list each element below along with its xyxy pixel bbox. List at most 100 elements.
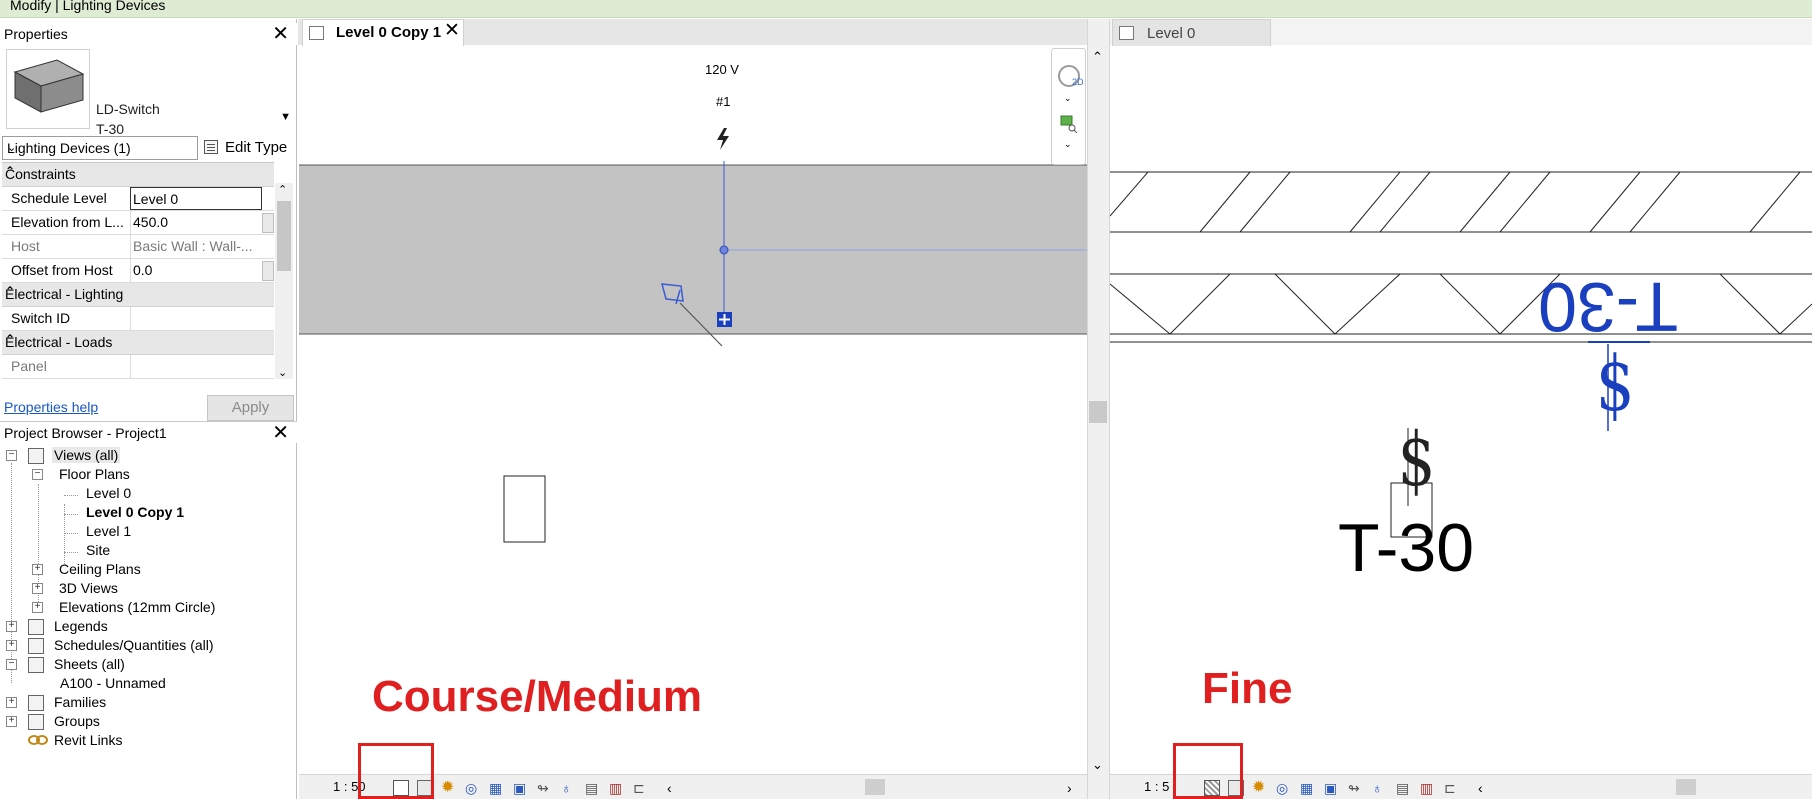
analysis-icon[interactable]: ▥ — [609, 780, 625, 796]
collapse-icon[interactable]: − — [6, 659, 17, 670]
tab-level-0-copy-1[interactable]: Level 0 Copy 1 ✕ — [302, 19, 464, 46]
switch-tag: T-30 — [1338, 510, 1475, 586]
zoom-region-icon[interactable] — [1060, 115, 1078, 134]
chevron-down-icon[interactable]: ⌄ — [1064, 93, 1072, 104]
scroll-left-icon[interactable]: ‹ — [667, 780, 683, 796]
temporary-hide-icon[interactable]: ♁ — [561, 780, 577, 796]
left-view-canvas[interactable]: 120 V #1 — [299, 46, 1087, 774]
chevron-down-icon: ⌄ — [7, 142, 17, 154]
tree-label: Level 1 — [86, 523, 132, 539]
properties-title: Properties — [4, 26, 68, 42]
sheets-icon — [28, 657, 44, 673]
wall-hatch-bottom — [1110, 273, 1812, 335]
properties-scrollbar[interactable]: ⌃ ⌄ — [275, 183, 293, 379]
horizontal-scroll-thumb[interactable] — [1676, 779, 1696, 795]
scroll-up-icon[interactable]: ⌃ — [1092, 49, 1103, 65]
scroll-down-icon[interactable]: ⌄ — [278, 366, 287, 379]
elevation-field[interactable]: 450.0 — [130, 211, 262, 234]
type-selector[interactable]: LD-Switch T-30 ▼ — [4, 47, 293, 137]
sun-path-icon[interactable]: ✹ — [441, 780, 457, 796]
show-crop-icon[interactable]: ▣ — [1324, 780, 1340, 796]
expand-icon[interactable]: + — [6, 621, 17, 632]
schedule-level-field[interactable]: Level 0 — [130, 187, 262, 210]
tree-label: A100 - Unnamed — [60, 675, 166, 691]
host-label: Host — [11, 238, 40, 254]
mirrored-tag: T-30 — [1538, 268, 1679, 346]
group-electrical-lighting[interactable]: Electrical - Lighting ⌃ — [2, 283, 274, 307]
tree-label: Site — [86, 542, 111, 558]
annotation-box-right — [1173, 743, 1243, 799]
tab-close-icon[interactable]: ✕ — [444, 19, 460, 42]
collapse-icon[interactable]: − — [32, 469, 43, 480]
shadows-icon[interactable]: ◎ — [465, 780, 481, 796]
tree-label: Schedules/Quantities (all) — [54, 637, 214, 653]
chevron-down-icon[interactable]: ⌄ — [1064, 139, 1072, 150]
views-icon — [28, 448, 44, 464]
show-crop-icon[interactable]: ▣ — [513, 780, 529, 796]
collapse-icon: ⌃ — [5, 332, 16, 346]
elevation-edit-button[interactable] — [262, 213, 274, 233]
apply-button[interactable]: Apply — [207, 395, 294, 421]
edit-type-button[interactable]: Edit Type — [202, 136, 295, 160]
group-electrical-loads[interactable]: Electrical - Loads ⌃ — [2, 331, 274, 355]
scroll-right-icon[interactable]: › — [1067, 780, 1083, 796]
tab-level-0[interactable]: Level 0 — [1112, 19, 1271, 46]
tree-label: Floor Plans — [59, 466, 130, 482]
tree-label: Groups — [54, 713, 100, 729]
context-tab-bar: Modify | Lighting Devices — [0, 0, 1812, 18]
expand-icon[interactable]: + — [6, 697, 17, 708]
group-constraints[interactable]: Constraints ⌃ — [2, 163, 274, 187]
offset-edit-button[interactable] — [262, 261, 274, 281]
shadows-icon[interactable]: ◎ — [1276, 780, 1292, 796]
unlocked-3d-icon[interactable]: ↬ — [537, 780, 553, 796]
constraints-icon[interactable]: ⊏ — [1444, 780, 1460, 796]
scroll-up-icon[interactable]: ⌃ — [278, 183, 287, 196]
scroll-left-icon[interactable]: ‹ — [1478, 780, 1494, 796]
tree-label: Revit Links — [54, 732, 123, 748]
electrical-flash-icon — [717, 128, 729, 150]
sun-path-icon[interactable]: ✹ — [1252, 780, 1268, 796]
wire-node[interactable] — [719, 245, 729, 255]
scale-label[interactable]: 1 : 5 — [1144, 779, 1169, 794]
temporary-hide-icon[interactable]: ♁ — [1372, 780, 1388, 796]
collapse-icon: ⌃ — [5, 164, 16, 178]
constraints-icon[interactable]: ⊏ — [633, 780, 649, 796]
project-browser-header: Project Browser - Project1 ✕ — [0, 421, 297, 444]
project-browser-close-icon[interactable]: ✕ — [272, 422, 289, 444]
reveal-hidden-icon[interactable]: ▤ — [585, 780, 601, 796]
tree-label: Views (all) — [52, 447, 121, 463]
properties-close-icon[interactable]: ✕ — [272, 23, 289, 45]
project-browser-tree: − Views (all) − Floor Plans Level 0 Leve… — [0, 446, 297, 798]
left-dock: Properties ✕ LD-Switch T-30 ▼ Lighting D… — [0, 19, 297, 799]
unlocked-3d-icon[interactable]: ↬ — [1348, 780, 1364, 796]
panel-field — [130, 355, 262, 378]
properties-grid: Constraints ⌃ Schedule Level Level 0 Ele… — [2, 162, 274, 379]
scroll-down-icon[interactable]: ⌄ — [1092, 757, 1103, 773]
families-icon — [28, 695, 44, 711]
reveal-hidden-icon[interactable]: ▤ — [1396, 780, 1412, 796]
switch-type-thumbnail — [6, 49, 90, 129]
wall-hatch-top — [1110, 171, 1801, 233]
crop-view-icon[interactable]: ▦ — [489, 780, 505, 796]
type-dropdown-icon[interactable]: ▼ — [280, 111, 291, 123]
scroll-thumb[interactable] — [277, 201, 291, 271]
expand-icon[interactable]: + — [32, 564, 43, 575]
expand-icon[interactable]: + — [32, 583, 43, 594]
crop-view-icon[interactable]: ▦ — [1300, 780, 1316, 796]
analysis-icon[interactable]: ▥ — [1420, 780, 1436, 796]
room-element[interactable] — [503, 475, 546, 543]
vertical-scroll-thumb[interactable] — [1089, 401, 1107, 423]
properties-help-link[interactable]: Properties help — [4, 399, 98, 415]
collapse-icon[interactable]: − — [6, 450, 17, 461]
schedules-icon — [28, 638, 44, 654]
expand-icon[interactable]: + — [6, 716, 17, 727]
expand-icon[interactable]: + — [6, 640, 17, 651]
expand-icon[interactable]: + — [32, 602, 43, 613]
tree-label: Sheets (all) — [54, 656, 125, 672]
schedule-level-label: Schedule Level — [11, 190, 107, 206]
category-filter-select[interactable]: Lighting Devices (1) ⌄ — [2, 136, 198, 160]
tree-label: Level 0 — [86, 485, 132, 501]
horizontal-scroll-thumb[interactable] — [865, 779, 885, 795]
switch-id-field[interactable] — [130, 307, 262, 330]
offset-field[interactable]: 0.0 — [130, 259, 262, 282]
